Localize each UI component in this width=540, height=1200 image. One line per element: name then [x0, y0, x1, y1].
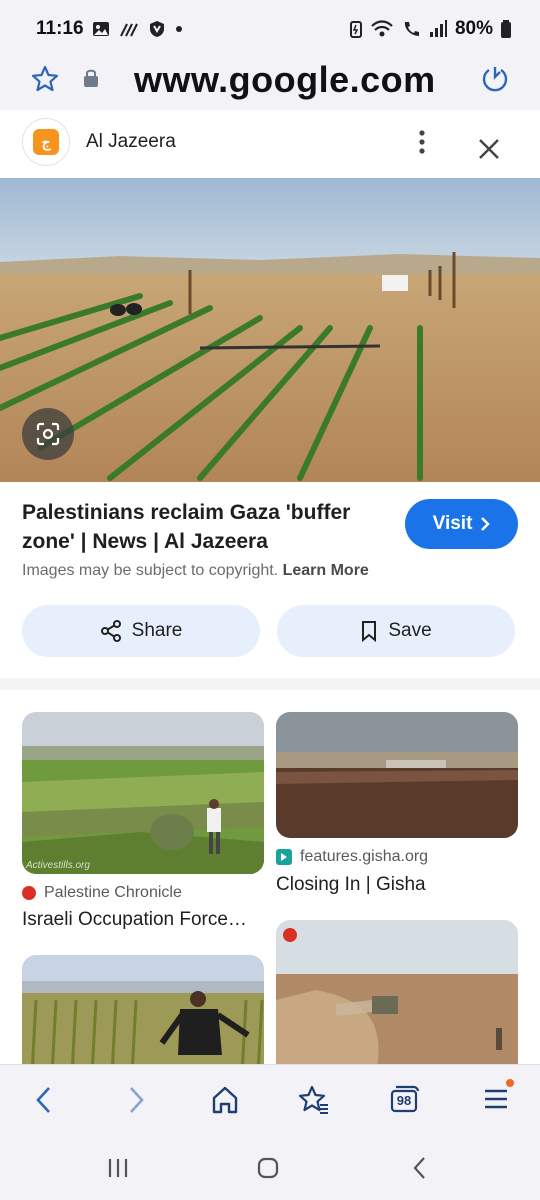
share-button[interactable]: Share [22, 605, 260, 657]
back-system-icon[interactable] [410, 1156, 430, 1180]
related-source-name: features.gisha.org [300, 848, 429, 865]
bookmark-icon [362, 621, 377, 642]
related-source-name: Palestine Chronicle [44, 884, 182, 901]
save-button[interactable]: Save [277, 605, 515, 657]
related-image-2[interactable] [276, 712, 518, 838]
source-name: Al Jazeera [86, 131, 176, 152]
palestine-chronicle-icon [283, 928, 297, 942]
visit-button[interactable]: Visit [405, 499, 518, 549]
browser-bottom-nav: 98 [0, 1064, 540, 1134]
bookmark-star-icon[interactable] [30, 64, 60, 94]
home-system-icon[interactable] [256, 1156, 280, 1180]
tab-count: 98 [396, 1093, 412, 1108]
bookmarks-icon[interactable] [298, 1083, 330, 1117]
shield-notification-icon [150, 21, 164, 37]
recent-apps-icon[interactable] [106, 1156, 130, 1180]
reload-icon[interactable] [480, 64, 510, 94]
url-text[interactable]: www.google.com [134, 58, 436, 102]
back-icon[interactable] [32, 1083, 56, 1117]
tabs-button[interactable]: 98 [388, 1083, 420, 1115]
related-image-3[interactable] [22, 955, 264, 1075]
copyright-text: Images may be subject to copyright. [22, 562, 279, 579]
status-bar: 11:16 80% [0, 0, 540, 58]
battery-saver-icon [349, 21, 362, 38]
wifi-icon [371, 20, 393, 37]
forward-icon[interactable] [124, 1083, 148, 1117]
dot-notification-icon [176, 26, 182, 32]
section-divider [0, 678, 540, 690]
system-navigation-bar [0, 1134, 540, 1200]
learn-more-link[interactable]: Learn More [283, 562, 369, 579]
save-label: Save [388, 620, 432, 641]
signal-notification-icon [120, 23, 138, 37]
status-notification-icons [92, 20, 183, 38]
aljazeera-logo: ج [22, 118, 70, 166]
menu-icon [485, 1089, 507, 1109]
palestine-chronicle-icon [22, 886, 36, 900]
hero-image[interactable] [0, 178, 540, 482]
wifi-calling-icon [404, 22, 419, 36]
copyright-notice: Images may be subject to copyright. Lear… [22, 562, 369, 580]
notification-dot [506, 1079, 514, 1087]
battery-icon [501, 20, 511, 38]
more-options-icon[interactable] [412, 128, 432, 156]
related-title-1[interactable]: Israeli Occupation Force… [22, 909, 247, 931]
google-lens-button[interactable] [22, 408, 74, 460]
visit-label: Visit [432, 513, 473, 534]
gallery-notification-icon [93, 22, 109, 36]
share-label: Share [131, 620, 183, 641]
home-icon[interactable] [210, 1083, 240, 1117]
menu-button[interactable] [482, 1079, 514, 1115]
chevron-right-icon [481, 517, 491, 531]
related-image-1[interactable]: Activestills.org [22, 712, 264, 874]
battery-percent: 80% [454, 18, 493, 39]
status-system-icons: 80% [349, 18, 512, 40]
gisha-icon [276, 849, 292, 865]
url-bar[interactable]: www.google.com [0, 58, 540, 110]
result-title[interactable]: Palestinians reclaim Gaza 'buffer zone' … [22, 498, 382, 556]
lock-icon[interactable] [82, 68, 100, 88]
related-image-4[interactable] [276, 920, 518, 1075]
aljazeera-logo-mark: ج [33, 129, 59, 155]
related-title-2[interactable]: Closing In | Gisha [276, 874, 426, 896]
share-icon [100, 620, 121, 642]
close-icon[interactable] [474, 134, 504, 164]
related-source-2: features.gisha.org [276, 848, 428, 866]
image-watermark: Activestills.org [26, 860, 90, 871]
image-viewer-header: ج Al Jazeera [0, 110, 540, 178]
lens-icon [36, 422, 60, 446]
status-time: 11:16 [36, 18, 84, 39]
related-source-1: Palestine Chronicle [22, 884, 182, 902]
cell-signal-icon [429, 20, 447, 37]
